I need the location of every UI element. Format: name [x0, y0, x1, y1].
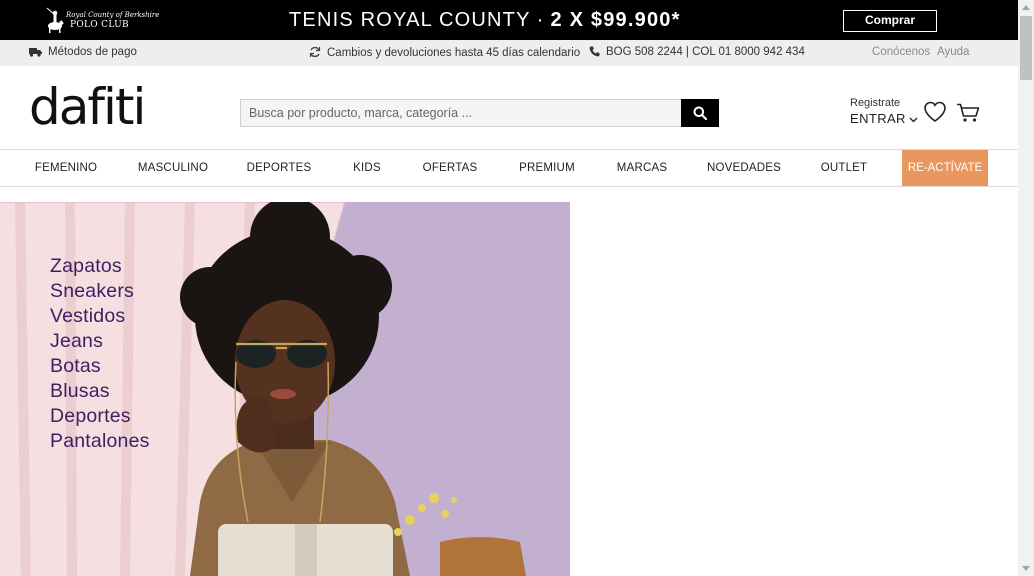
login-dropdown[interactable]: ENTRAR — [850, 111, 918, 126]
about-link[interactable]: Conócenos — [872, 46, 930, 58]
utility-bar: Métodos de pago Cambios y devoluciones h… — [0, 40, 1018, 66]
nav-novedades[interactable]: NOVEDADES — [707, 150, 781, 186]
returns-label: Cambios y devoluciones hasta 45 días cal… — [327, 47, 581, 59]
scroll-down-arrow-icon[interactable] — [1022, 566, 1030, 571]
phone-icon — [589, 46, 600, 57]
banner-category-deportes[interactable]: Deportes — [50, 404, 150, 429]
dafiti-logo[interactable]: dafiti — [29, 76, 146, 138]
vertical-scrollbar[interactable] — [1018, 0, 1034, 576]
banner-category-sneakers[interactable]: Sneakers — [50, 279, 150, 304]
nav-marcas[interactable]: MARCAS — [617, 150, 667, 186]
heart-icon[interactable] — [923, 101, 947, 123]
returns-link[interactable]: Cambios y devoluciones hasta 45 días cal… — [309, 46, 580, 59]
scroll-thumb[interactable] — [1020, 16, 1032, 80]
search-icon — [693, 106, 707, 120]
phone-numbers: BOG 508 2244 | COL 01 8000 942 434 — [606, 46, 805, 58]
login-label: ENTRAR — [850, 111, 906, 126]
promo-headline: TENIS ROYAL COUNTY · 2 X $99.900* — [289, 9, 681, 32]
hero-banner[interactable]: Zapatos Sneakers Vestidos Jeans Botas Bl… — [0, 202, 570, 576]
register-link[interactable]: Registrate — [850, 97, 918, 109]
polo-club-logo: Royal County of Berkshire POLO CLUB — [44, 6, 159, 34]
banner-category-zapatos[interactable]: Zapatos — [50, 254, 150, 279]
account-menu[interactable]: Registrate ENTRAR — [850, 97, 918, 126]
nav-outlet[interactable]: OUTLET — [821, 150, 868, 186]
banner-category-jeans[interactable]: Jeans — [50, 329, 150, 354]
site-header: dafiti Registrate ENTRAR — [0, 66, 1018, 150]
nav-reactivate[interactable]: RE-ACTÍVATE — [902, 150, 988, 186]
promo-separator: · — [536, 9, 545, 31]
nav-premium[interactable]: PREMIUM — [519, 150, 575, 186]
search-button[interactable] — [681, 99, 719, 127]
banner-category-blusas[interactable]: Blusas — [50, 379, 150, 404]
banner-category-vestidos[interactable]: Vestidos — [50, 304, 150, 329]
nav-deportes[interactable]: DEPORTES — [247, 150, 312, 186]
main-nav: FEMENINO MASCULINO DEPORTES KIDS OFERTAS… — [0, 149, 1018, 187]
banner-category-list: Zapatos Sneakers Vestidos Jeans Botas Bl… — [50, 254, 150, 454]
page: Royal County of Berkshire POLO CLUB TENI… — [0, 0, 1034, 576]
nav-masculino[interactable]: MASCULINO — [138, 150, 208, 186]
promo-bar[interactable]: Royal County of Berkshire POLO CLUB TENI… — [0, 0, 1018, 40]
search-input[interactable] — [241, 100, 681, 126]
banner-category-botas[interactable]: Botas — [50, 354, 150, 379]
polo-player-icon — [46, 7, 64, 33]
nav-femenino[interactable]: FEMENINO — [35, 150, 97, 186]
promo-product: TENIS ROYAL COUNTY — [289, 9, 531, 31]
payment-methods-label: Métodos de pago — [48, 46, 137, 58]
help-link[interactable]: Ayuda — [937, 46, 969, 58]
nav-kids[interactable]: KIDS — [353, 150, 381, 186]
polo-club-line2: POLO CLUB — [70, 20, 129, 30]
search-box[interactable] — [240, 99, 682, 127]
phone-info: BOG 508 2244 | COL 01 8000 942 434 — [589, 46, 805, 58]
cart-icon[interactable] — [956, 103, 980, 123]
polo-club-line1: Royal County of Berkshire — [66, 11, 160, 19]
buy-button[interactable]: Comprar — [843, 10, 937, 32]
payment-methods-link[interactable]: Métodos de pago — [29, 46, 137, 58]
banner-category-pantalones[interactable]: Pantalones — [50, 429, 150, 454]
truck-icon — [29, 48, 42, 57]
refresh-icon — [309, 46, 321, 58]
scroll-up-arrow-icon[interactable] — [1022, 5, 1030, 10]
nav-ofertas[interactable]: OFERTAS — [423, 150, 478, 186]
chevron-down-icon — [909, 117, 918, 123]
promo-offer: 2 X $99.900* — [550, 9, 681, 31]
